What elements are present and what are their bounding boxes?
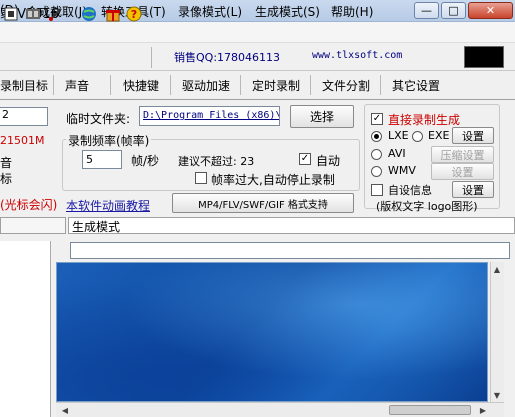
auto-stop-checkbox[interactable] — [195, 172, 207, 184]
sales-qq: 销售QQ:178046113 — [174, 51, 281, 64]
scroll-thumb[interactable] — [389, 405, 471, 415]
custom-info-label: 自设信息 — [388, 184, 432, 197]
mode-bar — [68, 217, 515, 234]
auto-stop-label: 帧率过大,自动停止录制 — [211, 173, 335, 187]
tab-driver-accel[interactable]: 驱动加速 — [182, 77, 230, 94]
tab-divider — [53, 75, 54, 95]
preview-area — [56, 262, 488, 402]
copyright-logo-label: (版权文字 logo图形) — [376, 200, 478, 213]
disk-space-text: 21501M — [0, 134, 45, 147]
help-icon[interactable]: ? — [125, 5, 143, 23]
sound-label: 音 — [0, 156, 13, 170]
avi-radio[interactable] — [371, 149, 382, 160]
gift-icon[interactable] — [104, 5, 122, 23]
formats-button[interactable]: MP4/FLV/SWF/GIF 格式支持 — [172, 193, 354, 213]
direct-record-label: 直接录制生成 — [388, 113, 461, 127]
preview-thumbnail — [464, 46, 504, 68]
tab-sound[interactable]: 声音 — [65, 77, 89, 94]
lxe-radio[interactable] — [371, 131, 382, 142]
close-button[interactable]: ✕ — [468, 2, 513, 19]
tab-divider — [380, 75, 381, 95]
exe-label: EXE — [428, 129, 450, 142]
menu-record-mode[interactable]: 录像模式(L) — [178, 3, 242, 20]
lxe-label: LXE — [388, 129, 409, 142]
framerate-input[interactable]: 5 — [82, 150, 122, 169]
framerate-unit: 帧/秒 — [131, 154, 160, 168]
wmv-radio[interactable] — [371, 166, 382, 177]
tab-divider — [110, 75, 111, 95]
exe-radio[interactable] — [412, 131, 423, 142]
direct-record-checkbox[interactable]: ✓ — [371, 113, 383, 125]
temp-folder-path[interactable]: D:\Program Files (x86)\ — [139, 106, 280, 126]
framerate-group-label: 录制频率(帧率) — [66, 132, 152, 149]
vertical-scrollbar[interactable] — [490, 262, 504, 402]
maximize-button[interactable]: □ — [441, 2, 466, 19]
toolbar-separator — [151, 47, 152, 68]
menu-generate-mode[interactable]: 生成模式(S) — [255, 3, 320, 20]
scroll-right-icon[interactable]: ▶ — [476, 403, 490, 417]
lxe-settings-button[interactable]: 设置 — [452, 127, 494, 144]
scroll-up-icon[interactable]: ▲ — [490, 262, 504, 276]
status-cell — [0, 217, 66, 234]
wmv-label: WMV — [388, 164, 416, 177]
mode-label: 生成模式 — [72, 220, 121, 234]
file-list-panel[interactable] — [0, 241, 51, 417]
menu-help[interactable]: 帮助(H) — [331, 3, 373, 20]
framerate-suggestion: 建议不超过: 23 — [178, 155, 255, 168]
website-url[interactable]: www.tlxsoft.com — [312, 50, 402, 61]
menu-bar — [0, 22, 515, 43]
minimize-button[interactable]: — — [414, 2, 439, 19]
globe-icon[interactable] — [80, 5, 98, 23]
record-target-field[interactable]: 2 — [0, 107, 48, 126]
svg-text:?: ? — [131, 8, 137, 21]
tab-divider — [240, 75, 241, 95]
tab-divider — [310, 75, 311, 95]
status-field — [70, 242, 510, 259]
scroll-down-icon[interactable]: ▼ — [490, 388, 504, 402]
choose-folder-button[interactable]: 选择 — [290, 105, 354, 128]
auto-framerate-label: 自动 — [316, 154, 341, 168]
tab-record-target[interactable]: 录制目标 — [0, 77, 48, 94]
custom-info-checkbox[interactable] — [371, 184, 383, 196]
cursor-flash-text: (光标会闪) — [0, 198, 58, 212]
pen-icon[interactable] — [47, 5, 65, 23]
tab-file-split[interactable]: 文件分割 — [322, 77, 370, 94]
wmv-settings-button[interactable]: 设置 — [431, 163, 494, 180]
custom-info-settings-button[interactable]: 设置 — [452, 181, 494, 198]
tab-divider — [170, 75, 171, 95]
tab-other-settings[interactable]: 其它设置 — [392, 77, 440, 94]
tutorial-link[interactable]: 本软件动画教程 — [66, 197, 150, 214]
tab-hotkeys[interactable]: 快捷键 — [123, 77, 159, 94]
tab-scheduled-record[interactable]: 定时录制 — [252, 77, 300, 94]
film-icon[interactable] — [24, 5, 42, 23]
compress-settings-button[interactable]: 压缩设置 — [431, 146, 494, 163]
scroll-left-icon[interactable]: ◀ — [58, 403, 72, 417]
record-icon[interactable] — [2, 5, 20, 23]
cursor-label: 标 — [0, 172, 13, 186]
auto-framerate-checkbox[interactable]: ✓ — [299, 153, 311, 165]
temp-folder-label: 临时文件夹: — [66, 112, 131, 126]
avi-label: AVI — [388, 147, 406, 160]
